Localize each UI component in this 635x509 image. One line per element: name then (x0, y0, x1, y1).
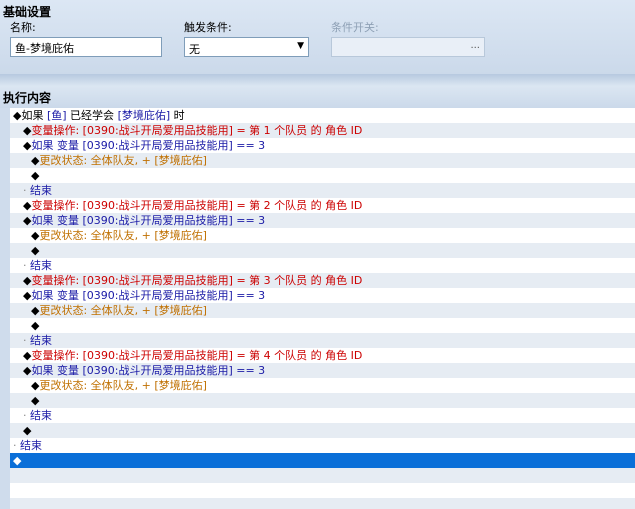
command-text: · (23, 259, 30, 272)
command-row[interactable]: ◆ (10, 168, 635, 183)
command-row[interactable]: · 结束 (10, 333, 635, 348)
exec-title: 执行内容 (3, 91, 52, 105)
command-text: 变量操作: [0390:战斗开局爱用品技能用] = 第 3 个队员 的 角色 I… (31, 274, 363, 287)
basic-settings-title: 基础设置 (3, 5, 52, 19)
command-text: 结束 (30, 409, 52, 422)
command-text: · (23, 409, 30, 422)
command-text: ◆如果 (13, 109, 47, 122)
command-text: ◆ (13, 454, 22, 467)
command-text: 结束 (30, 259, 52, 272)
command-text: ◆ (31, 169, 40, 182)
command-text: 变量操作: [0390:战斗开局爱用品技能用] = 第 2 个队员 的 角色 I… (31, 199, 363, 212)
switch-field[interactable]: ... (331, 37, 485, 57)
command-text: · (13, 439, 20, 452)
command-text: 变量操作: [0390:战斗开局爱用品技能用] = 第 4 个队员 的 角色 I… (31, 349, 363, 362)
command-row[interactable]: ◆如果 变量 [0390:战斗开局爱用品技能用] == 3 (10, 288, 635, 303)
command-text: ◆ (23, 424, 32, 437)
panel-divider (0, 74, 635, 86)
command-row[interactable]: ◆如果 变量 [0390:战斗开局爱用品技能用] == 3 (10, 213, 635, 228)
command-row[interactable]: ◆ (10, 393, 635, 408)
exec-header: 执行内容 (0, 86, 635, 108)
command-row[interactable]: ◆更改状态: 全体队友, + [梦境庇佑] (10, 153, 635, 168)
command-text: 更改状态: 全体队友, + [梦境庇佑] (39, 229, 207, 242)
command-text: 如果 变量 [0390:战斗开局爱用品技能用] == 3 (31, 364, 266, 377)
trigger-select[interactable]: 无 ▼ (184, 37, 309, 57)
command-row[interactable]: ◆变量操作: [0390:战斗开局爱用品技能用] = 第 4 个队员 的 角色 … (10, 348, 635, 363)
command-row[interactable]: ◆如果 变量 [0390:战斗开局爱用品技能用] == 3 (10, 363, 635, 378)
command-row[interactable]: ◆变量操作: [0390:战斗开局爱用品技能用] = 第 2 个队员 的 角色 … (10, 198, 635, 213)
basic-settings-panel: 基础设置 名称: 鱼-梦境庇佑 触发条件: 无 ▼ 条件开关: ... (0, 0, 635, 74)
command-text: 变量操作: [0390:战斗开局爱用品技能用] = 第 1 个队员 的 角色 I… (31, 124, 363, 137)
command-text: 如果 变量 [0390:战斗开局爱用品技能用] == 3 (31, 214, 266, 227)
command-text: [鱼] (46, 109, 67, 122)
switch-label: 条件开关: (331, 21, 379, 34)
command-row[interactable]: · 结束 (10, 183, 635, 198)
command-row[interactable]: ◆更改状态: 全体队友, + [梦境庇佑] (10, 378, 635, 393)
command-row[interactable]: · 结束 (10, 258, 635, 273)
command-text: 结束 (30, 184, 52, 197)
command-row[interactable]: ◆如果 [鱼] 已经学会 [梦境庇佑] 时 (10, 108, 635, 123)
switch-browse-button[interactable]: ... (470, 40, 480, 51)
command-text: 更改状态: 全体队友, + [梦境庇佑] (39, 154, 207, 167)
command-text: 结束 (20, 439, 42, 452)
command-row[interactable]: ◆ (10, 453, 635, 468)
command-row[interactable]: · 结束 (10, 408, 635, 423)
command-text: · (23, 184, 30, 197)
command-text: [梦境庇佑] (117, 109, 171, 122)
command-text: 更改状态: 全体队友, + [梦境庇佑] (39, 304, 207, 317)
name-input[interactable]: 鱼-梦境庇佑 (10, 37, 162, 57)
trigger-label: 触发条件: (184, 21, 232, 34)
command-row[interactable]: ◆更改状态: 全体队友, + [梦境庇佑] (10, 303, 635, 318)
command-text: 时 (170, 109, 185, 122)
command-row[interactable]: ◆ (10, 243, 635, 258)
command-row[interactable] (10, 498, 635, 509)
command-text: · (23, 334, 30, 347)
event-command-list[interactable]: ◆如果 [鱼] 已经学会 [梦境庇佑] 时 ◆变量操作: [0390:战斗开局爱用… (10, 108, 635, 509)
command-text: 已经学会 (66, 109, 118, 122)
name-label: 名称: (10, 21, 36, 34)
command-text: 如果 变量 [0390:战斗开局爱用品技能用] == 3 (31, 289, 266, 302)
command-row[interactable]: ◆变量操作: [0390:战斗开局爱用品技能用] = 第 1 个队员 的 角色 … (10, 123, 635, 138)
command-row[interactable]: ◆更改状态: 全体队友, + [梦境庇佑] (10, 228, 635, 243)
command-text: ◆ (31, 394, 40, 407)
command-row[interactable]: ◆变量操作: [0390:战斗开局爱用品技能用] = 第 3 个队员 的 角色 … (10, 273, 635, 288)
command-row[interactable] (10, 468, 635, 483)
chevron-down-icon: ▼ (297, 41, 304, 51)
command-row[interactable]: ◆ (10, 423, 635, 438)
command-text: 更改状态: 全体队友, + [梦境庇佑] (39, 379, 207, 392)
command-row[interactable]: · 结束 (10, 438, 635, 453)
command-text: ◆ (31, 244, 40, 257)
command-text: 如果 变量 [0390:战斗开局爱用品技能用] == 3 (31, 139, 266, 152)
command-text: 结束 (30, 334, 52, 347)
command-text: ◆ (31, 319, 40, 332)
command-row[interactable] (10, 483, 635, 498)
command-row[interactable]: ◆如果 变量 [0390:战斗开局爱用品技能用] == 3 (10, 138, 635, 153)
trigger-select-value: 无 (189, 43, 200, 56)
command-row[interactable]: ◆ (10, 318, 635, 333)
